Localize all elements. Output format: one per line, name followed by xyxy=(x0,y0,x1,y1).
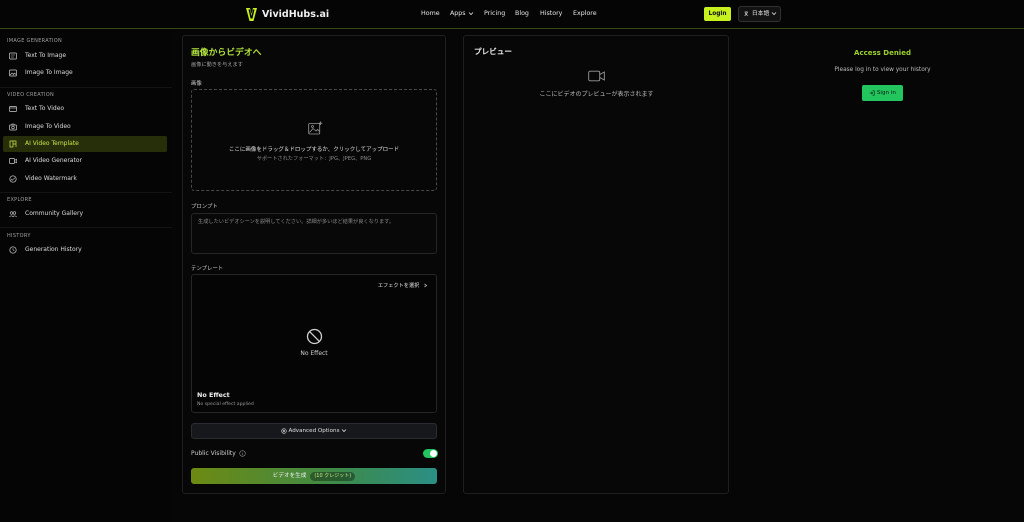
sidebar-section-history: HISTORY xyxy=(7,233,31,239)
dropzone-formats: サポートされたフォーマット：JPG、JPEG、PNG xyxy=(256,156,372,162)
prompt-placeholder: 生成したいビデオシーンを説明してください。詳細が多いほど結果が良くなります。 xyxy=(198,219,395,225)
page-subtitle: 画像に動きを与えます xyxy=(191,62,243,68)
preview-panel xyxy=(463,35,729,494)
top-header: VividHubs.ai Home Apps Pricing Blog Hist… xyxy=(0,0,1024,29)
sidebar-item-label: Text To Video xyxy=(25,105,65,112)
sidebar-item-label: AI Video Generator xyxy=(25,157,82,164)
info-icon[interactable] xyxy=(239,450,246,457)
sidebar-section-video-creation: VIDEO CREATION xyxy=(7,92,54,98)
sidebar-item-text-to-video[interactable]: Text To Video xyxy=(3,101,167,117)
sidebar-item-ai-video-template[interactable]: AI Video Template xyxy=(3,136,167,152)
sidebar-item-label: Text To Image xyxy=(25,52,67,59)
nav-explore[interactable]: Explore xyxy=(573,10,597,17)
generate-video-button[interactable]: ビデオを生成 (10 クレジット) xyxy=(191,468,437,484)
sidebar-item-label: Generation History xyxy=(25,246,82,253)
watermark-icon xyxy=(9,175,17,183)
public-visibility-label: Public Visibility xyxy=(191,450,236,457)
film-icon xyxy=(9,158,17,164)
video-icon xyxy=(9,106,17,112)
nav-blog[interactable]: Blog xyxy=(515,10,529,17)
sidebar-divider xyxy=(0,227,172,228)
prompt-field-label: プロンプト xyxy=(191,204,218,210)
select-effect-button[interactable]: エフェクトを選択 xyxy=(378,282,428,289)
no-effect-icon xyxy=(306,328,323,345)
sidebar-section-image-generation: IMAGE GENERATION xyxy=(7,38,62,44)
brand-name: VividHubs.ai xyxy=(262,9,330,20)
preview-placeholder: ここにビデオのプレビューが表示されます xyxy=(539,91,654,98)
sidebar-item-generation-history[interactable]: Generation History xyxy=(3,242,167,258)
nav-apps-label: Apps xyxy=(450,10,466,17)
public-visibility-toggle[interactable] xyxy=(423,449,438,458)
no-effect-label: No Effect xyxy=(300,350,328,357)
sidebar-item-community-gallery[interactable]: Community Gallery xyxy=(3,206,167,222)
access-denied-title: Access Denied xyxy=(854,49,911,57)
template-icon xyxy=(9,140,17,148)
gear-icon xyxy=(281,427,287,434)
sidebar-item-image-to-video[interactable]: Image To Video xyxy=(3,119,167,135)
selected-effect-description: No special effect applied xyxy=(197,402,254,407)
chevron-down-icon xyxy=(468,11,473,15)
sidebar-item-label: Image To Video xyxy=(25,123,71,130)
advanced-options-label: Advanced Options xyxy=(288,428,340,434)
sidebar-divider xyxy=(0,87,172,88)
image-icon xyxy=(9,69,17,77)
gallery-icon xyxy=(9,211,17,218)
logo-icon xyxy=(246,8,257,21)
page-title: 画像からビデオへ xyxy=(191,48,262,58)
language-label: 日本語 xyxy=(751,11,770,17)
sign-in-label: Sign in xyxy=(876,90,896,96)
image-upload-icon xyxy=(308,121,323,135)
sidebar-item-label: AI Video Template xyxy=(25,140,79,147)
template-preview[interactable]: エフェクトを選択 No Effect No Effect No special … xyxy=(191,274,437,413)
sidebar-item-label: Community Gallery xyxy=(25,210,84,217)
language-select[interactable]: 日本語 xyxy=(738,6,781,22)
chevron-down-icon xyxy=(771,12,777,16)
selected-effect-title: No Effect xyxy=(197,391,230,399)
preview-title: プレビュー xyxy=(474,47,512,56)
nav-home[interactable]: Home xyxy=(421,10,440,17)
access-denied-message: Please log in to view your history xyxy=(834,67,931,73)
camera-icon xyxy=(9,123,17,131)
nav-history[interactable]: History xyxy=(540,10,562,17)
template-field-label: テンプレート xyxy=(191,266,224,272)
generate-label: ビデオを生成 xyxy=(272,473,307,479)
chevron-right-icon xyxy=(424,283,428,288)
nav-apps[interactable]: Apps xyxy=(450,10,474,17)
clock-icon xyxy=(9,246,17,254)
sidebar-item-text-to-image[interactable]: Text To Image xyxy=(3,48,167,64)
login-button[interactable]: Login xyxy=(704,7,731,21)
advanced-options-button[interactable]: Advanced Options xyxy=(191,423,437,439)
translate-icon xyxy=(744,10,749,16)
login-icon xyxy=(869,90,875,95)
text-image-icon xyxy=(9,52,17,60)
chevron-down-icon xyxy=(341,429,347,433)
image-dropzone[interactable]: ここに画像をドラッグ＆ドロップするか、クリックしてアップロード サポートされたフ… xyxy=(191,89,437,191)
select-effect-label: エフェクトを選択 xyxy=(377,283,420,289)
sidebar-item-image-to-image[interactable]: Image To Image xyxy=(3,65,167,81)
credit-cost-badge: (10 クレジット) xyxy=(310,472,356,481)
dropzone-instructions: ここに画像をドラッグ＆ドロップするか、クリックしてアップロード xyxy=(228,147,400,153)
nav-pricing[interactable]: Pricing xyxy=(484,10,505,17)
sidebar-divider xyxy=(0,192,172,193)
sidebar: IMAGE GENERATION Text To Image Image To … xyxy=(0,30,172,522)
brand-logo[interactable]: VividHubs.ai xyxy=(246,8,329,21)
prompt-input[interactable]: 生成したいビデオシーンを説明してください。詳細が多いほど結果が良くなります。 xyxy=(191,213,437,254)
sidebar-item-label: Video Watermark xyxy=(25,175,77,182)
image-field-label: 画像 xyxy=(191,81,202,87)
sidebar-item-video-watermark[interactable]: Video Watermark xyxy=(3,171,167,187)
sidebar-item-label: Image To Image xyxy=(25,69,73,76)
sidebar-section-explore: EXPLORE xyxy=(7,197,32,203)
toggle-knob xyxy=(430,450,437,457)
sidebar-item-ai-video-generator[interactable]: AI Video Generator xyxy=(3,153,167,169)
sign-in-button[interactable]: Sign in xyxy=(862,85,903,101)
video-camera-icon xyxy=(588,70,605,82)
